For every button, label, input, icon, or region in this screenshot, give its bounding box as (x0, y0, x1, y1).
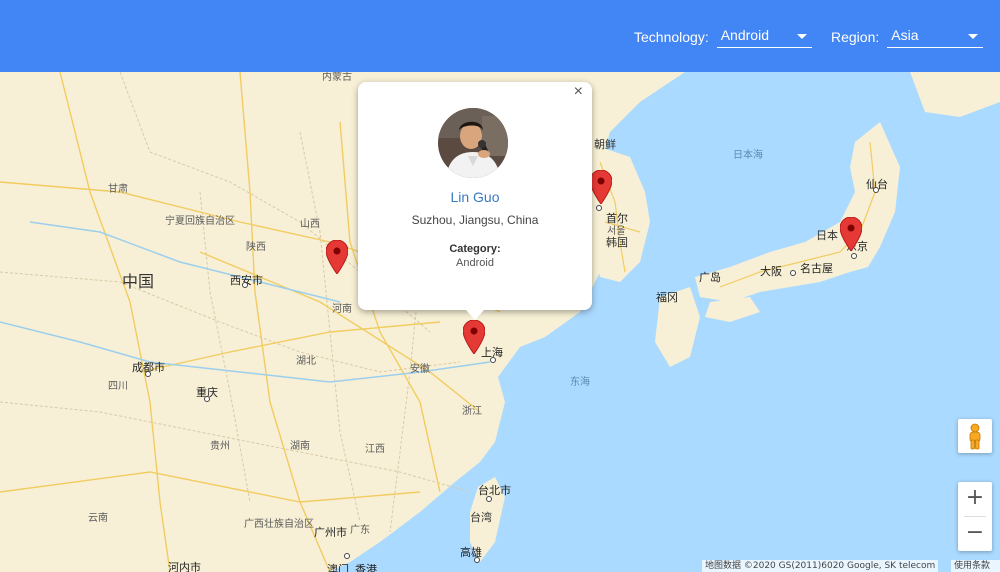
province-label: 广东 (350, 525, 370, 536)
profile-location: Suzhou, Jiangsu, China (411, 213, 539, 227)
city-label: 名古屋 (800, 262, 833, 275)
city-dot (596, 205, 602, 211)
province-label: 湖北 (296, 356, 316, 367)
city-label: 澳门 (327, 563, 349, 572)
technology-select-value: Android (720, 27, 769, 43)
province-label: 河南 (332, 304, 352, 315)
map-marker-icon[interactable] (590, 170, 612, 204)
region-select-value: Asia (891, 27, 919, 43)
category-value: Android (456, 257, 494, 269)
city-dot (490, 357, 496, 363)
province-label: 浙江 (462, 406, 482, 417)
city-dot (873, 187, 879, 193)
region-select[interactable]: Asia (887, 26, 984, 48)
street-view-pegman-button[interactable] (958, 419, 992, 453)
city-dot (474, 557, 480, 563)
city-dot (344, 553, 350, 559)
province-label: 云南 (88, 513, 108, 524)
country-label: 韩国 (606, 236, 628, 249)
province-label: 贵州 (210, 441, 230, 452)
city-label: 广州市 (314, 526, 347, 539)
province-label: 陕西 (246, 242, 266, 253)
region-filter: Region: Asia (831, 26, 984, 48)
city-label: 福冈 (656, 291, 678, 304)
map-marker-icon[interactable] (463, 320, 485, 354)
province-label: 山西 (300, 219, 320, 230)
province-label: 甘肃 (108, 184, 128, 195)
city-label: 河内市 (168, 561, 201, 572)
terms-of-use-link[interactable]: 使用条款 (951, 560, 1000, 572)
province-label: 内蒙古 (322, 72, 352, 83)
city-label: 香港 (355, 563, 377, 572)
province-label: 宁夏回族自治区 (165, 216, 235, 227)
province-label: 四川 (108, 381, 128, 392)
japan-honshu (695, 122, 900, 302)
map-marker-icon[interactable] (840, 217, 862, 251)
close-icon[interactable]: × (574, 83, 583, 101)
map-attribution: 地图数据 ©2020 GS(2011)6020 Google, SK telec… (702, 560, 939, 572)
technology-filter: Technology: Android (634, 26, 812, 48)
japan-shikoku (705, 297, 760, 322)
country-label: 中国 (122, 272, 155, 291)
zoom-out-button[interactable]: − (958, 517, 992, 551)
city-label: 大阪 (760, 265, 782, 278)
city-dot (145, 371, 151, 377)
city-dot (242, 282, 248, 288)
sea-label: 东海 (570, 377, 590, 388)
sea-label: 日本海 (733, 150, 763, 161)
technology-label: Technology: (634, 29, 709, 45)
city-dot (790, 270, 796, 276)
region-label: 台湾 (470, 511, 492, 524)
japan-hokkaido (910, 72, 1000, 117)
zoom-in-button[interactable]: + (958, 482, 992, 516)
technology-select[interactable]: Android (716, 26, 812, 48)
city-dot (204, 396, 210, 402)
city-label: 台北市 (478, 484, 511, 497)
zoom-control: + − (958, 482, 992, 551)
province-label: 广西壮族自治区 (244, 519, 314, 530)
province-label: 江西 (365, 444, 385, 455)
top-bar: Technology: Android Region: Asia (0, 0, 1000, 72)
province-label: 安徽 (410, 364, 430, 375)
pegman-icon (969, 423, 981, 450)
city-dot (486, 496, 492, 502)
province-label: 湖南 (290, 441, 310, 452)
city-label: 广岛 (699, 271, 721, 284)
country-label: 朝鲜 (594, 138, 616, 151)
region-label: Region: (831, 29, 880, 45)
map-marker-icon[interactable] (326, 240, 348, 274)
profile-info-window: × Lin Guo Suzhou, Jiangsu, China Categor… (358, 82, 592, 320)
profile-name-link[interactable]: Lin Guo (358, 189, 592, 205)
chevron-down-icon (796, 34, 807, 39)
city-dot (851, 253, 857, 259)
chevron-down-icon (968, 34, 979, 39)
country-label: 日本 (816, 229, 838, 242)
category-label: Category: (449, 243, 501, 255)
avatar (438, 108, 508, 178)
